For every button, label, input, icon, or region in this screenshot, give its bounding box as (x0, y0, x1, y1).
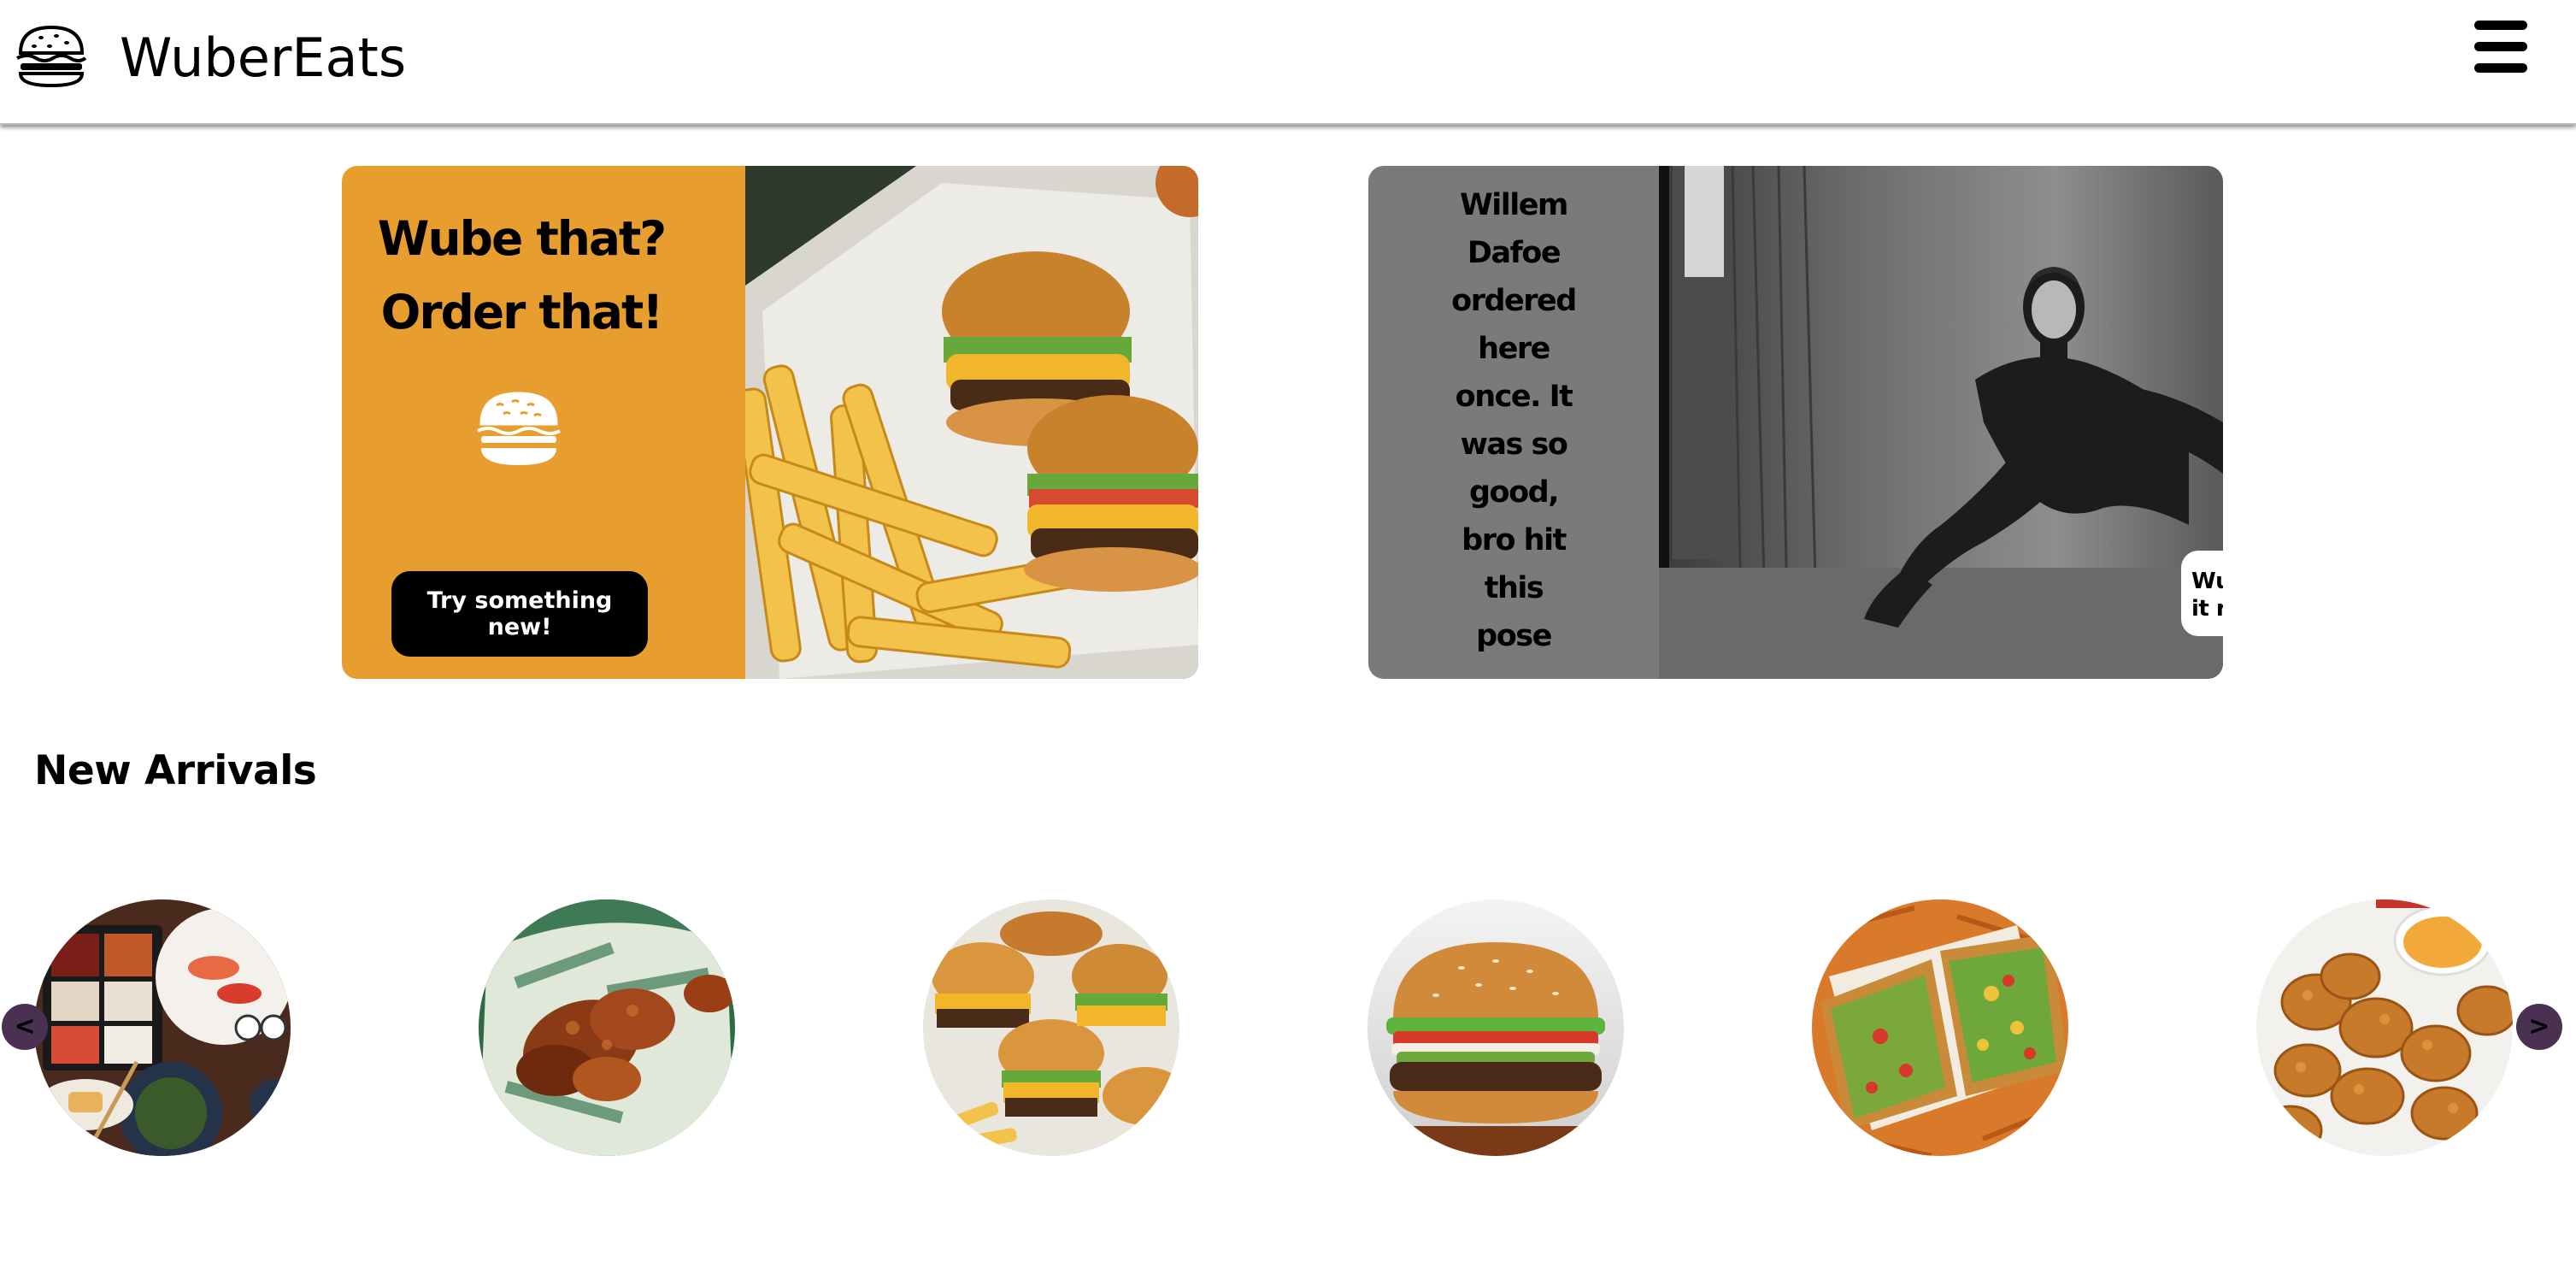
chicken-nuggets-image[interactable] (2256, 899, 2513, 1156)
quote-line: was so (1460, 428, 1568, 462)
sushi-platter-image[interactable] (34, 899, 291, 1156)
quote-line: bro hit (1461, 523, 1567, 557)
promo-card-dafoe: Willem Dafoe ordered here once. It was s… (1368, 166, 2223, 679)
new-arrivals-heading: New Arrivals (34, 747, 317, 794)
quote-line: Dafoe (1467, 236, 1561, 270)
whopper-burger-image[interactable] (1367, 899, 1624, 1156)
dafoe-quote: Willem Dafoe ordered here once. It was s… (1368, 181, 1659, 660)
smash-burgers-image[interactable] (923, 899, 1179, 1156)
headline-line: Wube that? (377, 211, 667, 266)
burgers-and-fries-photo (745, 166, 1198, 679)
willem-dafoe-photo: Wube it now, Wube it real good (1659, 166, 2223, 679)
wube-it-now-button[interactable]: Wube it now, Wube it real good (2181, 551, 2223, 636)
top-nav-bar: WuberEats (0, 0, 2576, 125)
crunchwrap-fries-image[interactable] (1812, 899, 2068, 1156)
promo-panel: Willem Dafoe ordered here once. It was s… (1368, 166, 1659, 679)
quote-line: good, (1469, 475, 1560, 510)
wube-it-now-label: Wube it now, Wube it real good (2191, 569, 2223, 622)
chicken-wings-image[interactable] (479, 899, 735, 1156)
try-something-new-button[interactable]: Try something new! (391, 571, 648, 657)
burger-icon[interactable] (15, 24, 87, 89)
hamburger-menu-icon[interactable] (2474, 19, 2531, 75)
quote-line: once. It (1455, 380, 1573, 414)
quote-line: this (1484, 571, 1544, 605)
new-arrivals-carousel: < > (0, 896, 2576, 1161)
headline-line: Order that! (380, 285, 664, 339)
quote-line: pose (1476, 619, 1552, 653)
carousel-next-button[interactable]: > (2516, 1004, 2562, 1050)
app-title[interactable]: WuberEats (120, 24, 406, 92)
burger-icon (474, 390, 563, 469)
promo-panel: Wube that? Order that! Try something new… (342, 166, 745, 679)
quote-line: Willem (1460, 188, 1568, 222)
quote-line: ordered (1451, 284, 1577, 318)
quote-line: here (1478, 332, 1550, 366)
carousel-prev-button[interactable]: < (2, 1004, 48, 1050)
promo-card-order: Wube that? Order that! Try something new… (342, 166, 1198, 679)
promo-headline: Wube that? Order that! (342, 202, 701, 349)
